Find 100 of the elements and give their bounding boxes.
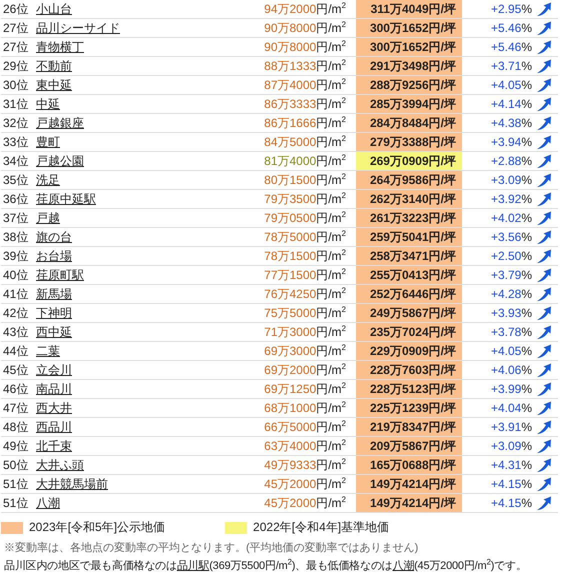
- district-link[interactable]: 戸越: [36, 210, 60, 224]
- footnote: ※変動率は、各地点の変動率の平均となります。(平均地価の変動率ではありません): [4, 540, 420, 555]
- up-arrow-icon: [536, 192, 552, 206]
- price-per-sqm: 77万1500円/m$^{2}$: [264, 268, 346, 282]
- up-arrow-icon: [536, 420, 552, 434]
- price-per-sqm: 75万5000円/m$^{2}$: [264, 306, 346, 320]
- district-link[interactable]: 不動前: [36, 58, 72, 72]
- price-per-tsubo: 228万5123円/坪: [356, 380, 462, 398]
- rank-label: 41位: [3, 286, 28, 300]
- change-rate: +4.38%: [490, 116, 532, 130]
- change-rate: +4.05%: [490, 78, 532, 92]
- change-rate: +3.56%: [490, 230, 532, 244]
- price-per-sqm: 90万8000円/m$^{2}$: [264, 40, 346, 54]
- rank-label: 32位: [3, 116, 28, 130]
- price-per-sqm: 94万2000円/m$^{2}$: [264, 2, 346, 16]
- price-per-sqm: 86万3333円/m$^{2}$: [264, 96, 346, 110]
- district-link[interactable]: 二葉: [36, 344, 60, 358]
- change-rate: +4.28%: [490, 287, 532, 301]
- district-link[interactable]: 西品川: [36, 420, 72, 434]
- price-per-tsubo: 269万0909円/坪: [356, 152, 462, 170]
- district-link[interactable]: 中延: [36, 96, 60, 110]
- rank-label: 38位: [3, 230, 28, 244]
- district-link[interactable]: 荏原町駅: [36, 268, 84, 282]
- district-link[interactable]: 大井競馬場前: [36, 476, 108, 490]
- price-per-tsubo: 165万0688円/坪: [356, 456, 462, 474]
- up-arrow-icon: [536, 438, 552, 454]
- rank-label: 27位: [3, 20, 28, 34]
- change-rate: +3.93%: [490, 306, 532, 320]
- up-arrow-icon: [536, 324, 552, 340]
- rank-label: 35位: [3, 172, 28, 186]
- price-per-tsubo: 209万5867円/坪: [356, 436, 462, 456]
- change-rate: +4.14%: [490, 97, 532, 111]
- rank-label: 51位: [3, 476, 28, 490]
- price-per-sqm: 90万8000円/m$^{2}$: [264, 20, 346, 34]
- up-arrow-icon: [536, 58, 552, 74]
- district-link[interactable]: 青物横丁: [36, 40, 84, 54]
- price-per-tsubo: 228万7603円/坪: [356, 360, 462, 380]
- up-arrow-icon: [536, 210, 552, 226]
- rank-label: 49位: [3, 438, 28, 452]
- district-link[interactable]: 大井ふ頭: [36, 458, 84, 472]
- district-link[interactable]: 西中延: [36, 324, 72, 338]
- change-rate: +4.04%: [490, 401, 532, 415]
- up-arrow-icon: [536, 268, 552, 282]
- change-rate: +3.91%: [490, 420, 532, 434]
- price-per-tsubo: 285万3994円/坪: [356, 94, 462, 114]
- change-rate: +3.99%: [490, 382, 532, 396]
- price-per-tsubo: 258万3471円/坪: [356, 246, 462, 266]
- district-link[interactable]: 西大井: [36, 400, 72, 414]
- change-rate: +3.09%: [490, 173, 532, 187]
- district-link[interactable]: 戸越銀座: [36, 116, 84, 130]
- rank-label: 44位: [3, 344, 28, 358]
- district-link[interactable]: 小山台: [36, 2, 72, 16]
- price-per-tsubo: 279万3388円/坪: [356, 132, 462, 152]
- price-per-tsubo: 264万9586円/坪: [356, 170, 462, 190]
- district-link[interactable]: 東中延: [36, 78, 72, 92]
- district-link[interactable]: 旗の台: [36, 230, 72, 244]
- price-per-sqm: 81万4000円/m$^{2}$: [264, 154, 346, 168]
- rank-label: 29位: [3, 58, 28, 72]
- rank-label: 39位: [3, 248, 28, 262]
- price-per-sqm: 45万2000円/m$^{2}$: [264, 496, 346, 510]
- district-link[interactable]: 洗足: [36, 172, 60, 186]
- district-link[interactable]: 八潮: [392, 560, 414, 572]
- district-link[interactable]: 品川駅: [176, 560, 210, 572]
- price-per-tsubo: 261万3223円/坪: [356, 208, 462, 228]
- rank-label: 33位: [3, 134, 28, 148]
- up-arrow-icon: [536, 172, 552, 188]
- price-per-tsubo: 311万4049円/坪: [356, 0, 462, 18]
- price-per-sqm: 79万3500円/m$^{2}$: [264, 192, 346, 206]
- district-link[interactable]: 荏原中延駅: [36, 192, 96, 206]
- district-link[interactable]: 立会川: [36, 362, 72, 376]
- price-per-tsubo: 225万1239円/坪: [356, 398, 462, 418]
- district-link[interactable]: 北千束: [36, 438, 72, 452]
- district-link[interactable]: 八潮: [36, 496, 60, 510]
- price-per-sqm: 78万5000円/m$^{2}$: [264, 230, 346, 244]
- price-per-tsubo: 291万3498円/坪: [356, 56, 462, 76]
- district-link[interactable]: 新馬場: [36, 286, 72, 300]
- up-arrow-icon: [536, 382, 552, 396]
- rank-label: 26位: [3, 2, 28, 16]
- change-rate: +4.02%: [490, 211, 532, 225]
- change-rate: +3.79%: [490, 268, 532, 282]
- change-rate: +2.50%: [490, 249, 532, 263]
- district-link[interactable]: 下神明: [36, 306, 72, 320]
- rank-label: 34位: [3, 154, 28, 168]
- up-arrow-icon: [536, 458, 552, 472]
- change-rate: +4.06%: [490, 363, 532, 377]
- price-per-sqm: 78万1500円/m$^{2}$: [264, 248, 346, 262]
- district-link[interactable]: 戸越公園: [36, 154, 84, 168]
- up-arrow-icon: [536, 134, 552, 150]
- rank-label: 27位: [3, 40, 28, 54]
- district-link[interactable]: 品川シーサイド: [36, 20, 120, 34]
- up-arrow-icon: [536, 154, 552, 168]
- up-arrow-icon: [536, 248, 552, 264]
- price-per-sqm: 49万9333円/m$^{2}$: [264, 458, 346, 472]
- district-link[interactable]: 豊町: [36, 134, 60, 148]
- up-arrow-icon: [536, 344, 552, 358]
- price-per-sqm: 84万5000円/m$^{2}$: [264, 134, 346, 148]
- district-link[interactable]: お台場: [36, 248, 72, 262]
- district-link[interactable]: 南品川: [36, 382, 72, 396]
- price-per-sqm: 80万1500円/m$^{2}$: [264, 172, 346, 186]
- price-per-tsubo: 255万0413円/坪: [356, 266, 462, 284]
